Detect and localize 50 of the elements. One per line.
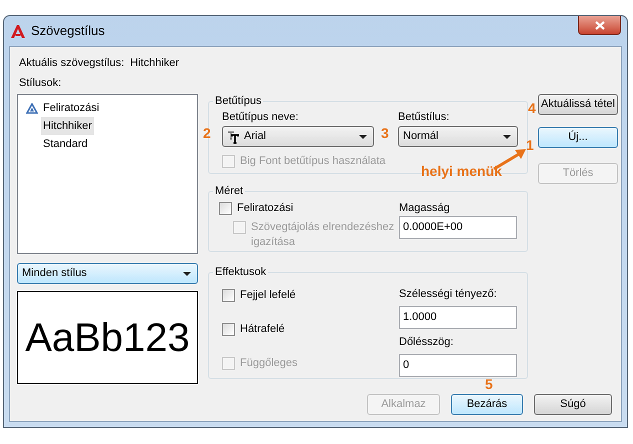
dropdown-value: Arial [244,131,268,142]
close-button[interactable] [578,16,621,35]
list-item[interactable]: Feliratozási [41,99,102,117]
checkbox-label: Feliratozási [237,201,294,216]
truetype-icon [227,130,240,144]
callout-label: 4 [528,100,536,116]
dropdown-value: Normál [403,131,440,142]
checkbox[interactable] [222,289,235,302]
close-icon [594,20,604,30]
styles-label: Stílusok: [18,76,62,90]
list-item[interactable]: Hitchhiker [41,117,94,135]
dropdown[interactable]: Normál [398,126,518,147]
caret-icon [183,272,191,276]
app-logo-icon [10,24,26,39]
field-label: Betűstílus: [398,110,450,124]
callout-label: 5 [485,376,493,392]
button[interactable]: Új... [538,127,618,148]
style-list[interactable]: Feliratozási Hitchhiker Standard [17,94,198,254]
checkbox-label: Hátrafelé [240,322,285,337]
input-field[interactable]: 1.0000 [399,306,517,329]
callout-label: 1 [526,137,534,153]
checkbox[interactable] [219,202,232,215]
callout-label: helyi menük [421,163,502,179]
caret-icon [359,134,367,138]
dropdown[interactable]: Arial [222,126,374,147]
list-item[interactable]: Standard [41,135,90,153]
preview-text: AaBb123 [25,318,190,358]
checkbox-label: Függőleges [240,356,298,371]
callout-label: 2 [203,125,211,141]
field-label: Betűtípus neve: [222,110,298,124]
group-title: Betűtípus [213,94,264,108]
input-field[interactable]: 0 [399,354,517,377]
window-title: Szövegstílus [31,23,105,39]
current-style-label: Aktuális szövegstílus: [19,56,124,70]
dropdown[interactable]: Minden stílus [17,263,198,284]
button[interactable]: Súgó [534,394,612,415]
current-style-value: Hitchhiker [130,56,180,70]
dropdown-value: Minden stílus [22,268,88,279]
caret-icon [503,134,511,138]
button[interactable]: Bezárás [451,394,523,415]
field-label: Dőlésszög: [399,335,454,349]
checkbox-label: Szövegtájolás elrendezéshez igazítása [251,220,396,250]
callout-label: 3 [381,125,389,141]
field-label: Magasság [399,201,450,215]
checkbox-label: Big Font betűtípus használata [240,154,386,169]
checkbox-label: Fejjel lefelé [240,288,296,303]
button[interactable]: Aktuálissá tétel [538,94,618,115]
checkbox[interactable] [222,323,235,336]
input-field[interactable]: 0.0000E+00 [399,216,517,239]
field-label: Szélességi tényező: [399,287,497,301]
